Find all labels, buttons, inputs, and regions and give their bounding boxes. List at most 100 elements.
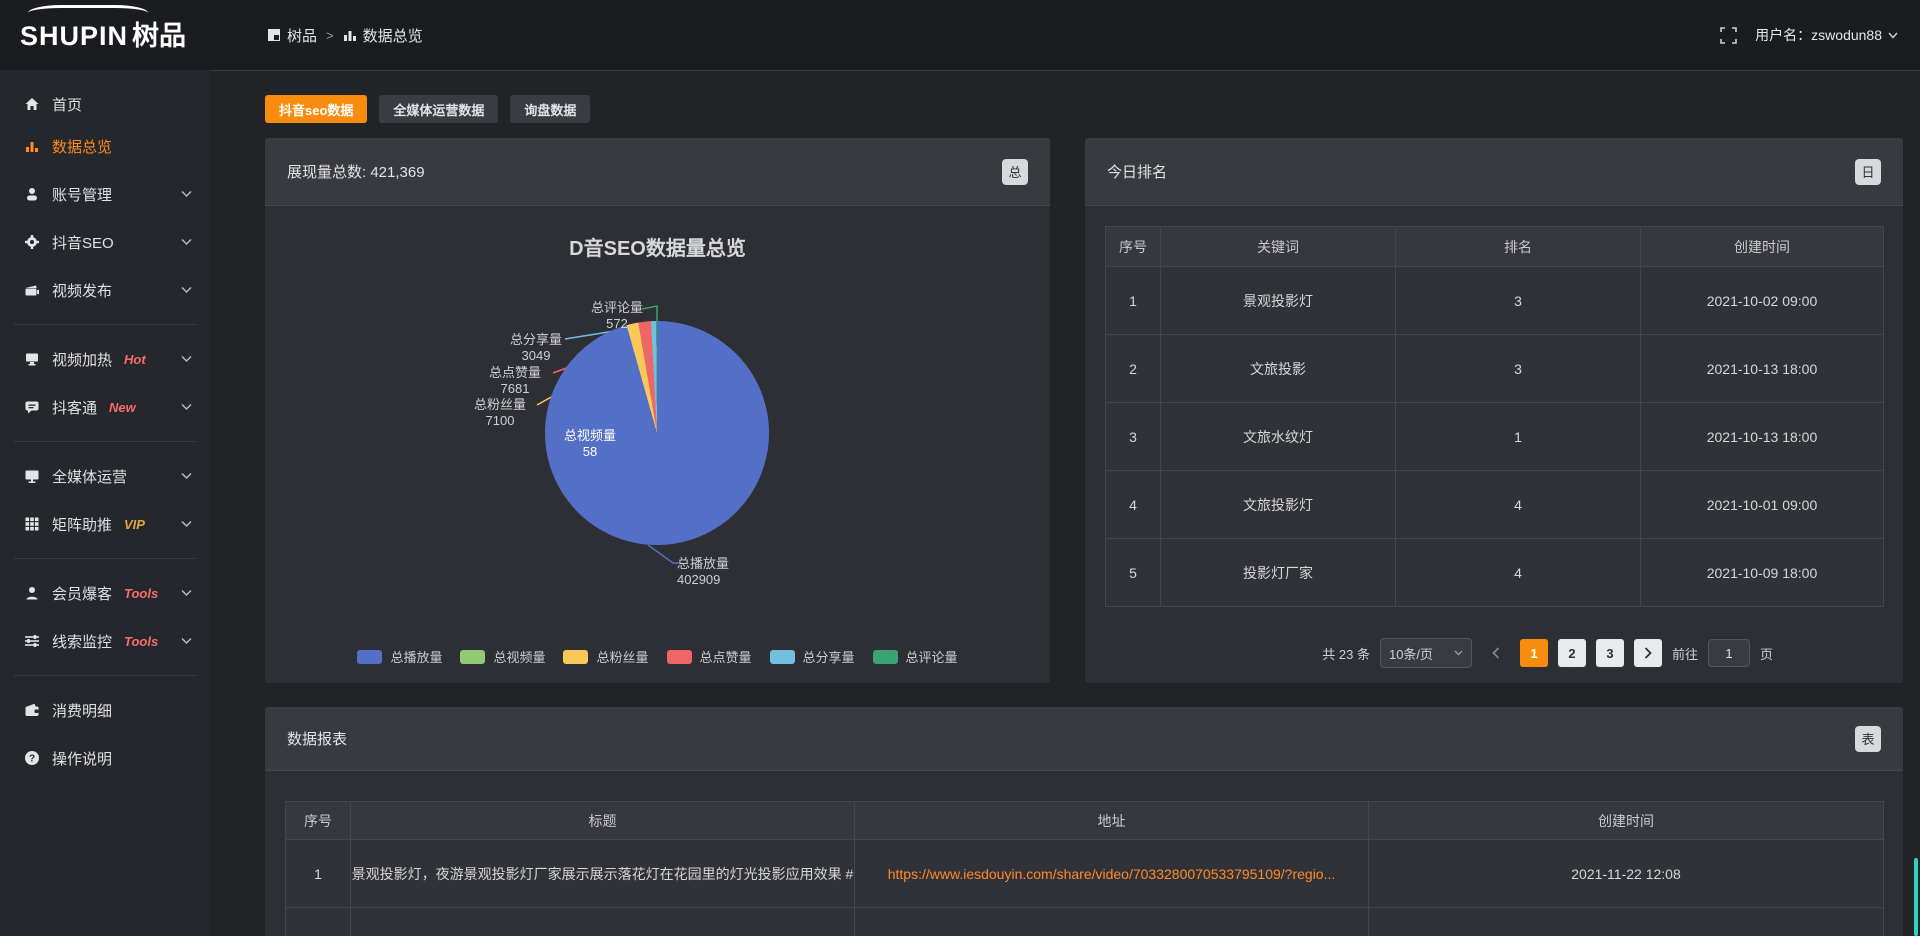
report-panel-title: 数据报表 (287, 728, 347, 749)
sidebar-item-video-publish[interactable]: 视频发布 (0, 266, 210, 314)
sidebar-item-label: 会员爆客 (52, 583, 112, 604)
sidebar-divider (14, 441, 196, 442)
question-circle-icon: ? (24, 750, 40, 766)
goto-page-input[interactable] (1708, 639, 1750, 667)
grid-icon (24, 516, 40, 532)
chevron-down-icon (181, 589, 192, 597)
table-row-partial (286, 908, 1884, 936)
legend-item-likes[interactable]: 总点赞量 (667, 647, 752, 666)
sidebar-divider (14, 675, 196, 676)
breadcrumb-root[interactable]: 树品 (267, 25, 317, 46)
pie-label-plays: 总播放量 402909 (677, 556, 777, 588)
sidebar-item-data-overview[interactable]: 数据总览 (0, 122, 210, 170)
day-mode-button[interactable]: 日 (1855, 159, 1881, 185)
video-camera-icon (24, 282, 40, 298)
sidebar-item-spend-detail[interactable]: 消费明细 (0, 686, 210, 734)
breadcrumb: 树品 > 数据总览 (267, 0, 423, 70)
sidebar-item-member-baoke[interactable]: 会员爆客 Tools (0, 569, 210, 617)
chevron-down-icon (181, 637, 192, 645)
page-size-select[interactable]: 10条/页 (1380, 638, 1472, 668)
page-button-1[interactable]: 1 (1520, 639, 1548, 667)
table-row: 5 投影灯厂家 4 2021-10-09 18:00 (1106, 539, 1884, 607)
chevron-down-icon (1454, 650, 1463, 656)
column-header-rank: 排名 (1396, 227, 1641, 267)
legend-item-fans[interactable]: 总粉丝量 (563, 647, 648, 666)
home-icon (24, 96, 40, 112)
pie-label-likes: 总点赞量 7681 (465, 365, 565, 397)
fullscreen-icon[interactable] (1720, 27, 1737, 44)
column-header-seq: 序号 (1106, 227, 1161, 267)
pie-label-videos: 总视频量 58 (540, 428, 640, 460)
chevron-down-icon (181, 286, 192, 294)
table-row: 2 文旅投影 3 2021-10-13 18:00 (1106, 335, 1884, 403)
user-menu[interactable]: 用户名：zswodun88 (1755, 25, 1898, 45)
app-logo[interactable]: SHUPIN 树品 (20, 14, 186, 53)
column-header-seq: 序号 (286, 802, 351, 840)
column-header-created: 创建时间 (1641, 227, 1884, 267)
svg-text:?: ? (29, 754, 35, 765)
sidebar-item-label: 抖音SEO (52, 232, 114, 253)
legend-swatch (460, 650, 485, 664)
video-url-link[interactable]: https://www.iesdouyin.com/share/video/70… (888, 866, 1336, 882)
page-button-3[interactable]: 3 (1596, 639, 1624, 667)
total-mode-button[interactable]: 总 (1002, 159, 1028, 185)
legend-item-comments[interactable]: 总评论量 (873, 647, 958, 666)
breadcrumb-current-label: 数据总览 (363, 25, 423, 46)
prev-page-button[interactable] (1482, 639, 1510, 667)
sidebar-item-doketong[interactable]: 抖客通 New (0, 383, 210, 431)
report-table: 序号 标题 地址 创建时间 1 景观投影灯，夜游景观投影灯厂家展示展示落花灯在花… (285, 801, 1884, 936)
chart-panel-header: 展现量总数: 421,369 总 (265, 138, 1050, 206)
pagination: 共 23 条 10条/页 1 2 3 前往 页 (1322, 638, 1773, 668)
sidebar-item-instructions[interactable]: ? 操作说明 (0, 734, 210, 782)
sidebar-item-label: 线索监控 (52, 631, 112, 652)
sidebar-item-label: 视频发布 (52, 280, 112, 301)
chevron-right-icon (1644, 647, 1652, 659)
sidebar-item-video-heat[interactable]: 视频加热 Hot (0, 335, 210, 383)
gear-icon (24, 234, 40, 250)
legend-item-videos[interactable]: 总视频量 (460, 647, 545, 666)
sidebar-item-label: 视频加热 (52, 349, 112, 370)
scrollbar-thumb[interactable] (1914, 858, 1918, 936)
tab-douyin-seo-data[interactable]: 抖音seo数据 (265, 95, 367, 123)
ranking-panel-header: 今日排名 日 (1085, 138, 1903, 206)
chevron-down-icon (181, 472, 192, 480)
sidebar-item-douyin-seo[interactable]: 抖音SEO (0, 218, 210, 266)
sidebar-item-label: 数据总览 (52, 136, 112, 157)
table-row: 1 景观投影灯，夜游景观投影灯厂家展示展示落花灯在花园里的灯光投影应用效果 # … (286, 840, 1884, 908)
sidebar-item-label: 矩阵助推 (52, 514, 112, 535)
pie-label-fans: 总粉丝量 7100 (450, 397, 550, 429)
sidebar-item-lead-monitor[interactable]: 线索监控 Tools (0, 617, 210, 665)
sidebar-item-omnimedia[interactable]: 全媒体运营 (0, 452, 210, 500)
pie-label-shares: 总分享量 3049 (486, 332, 586, 364)
tab-omnimedia-data[interactable]: 全媒体运营数据 (379, 95, 498, 123)
page-button-2[interactable]: 2 (1558, 639, 1586, 667)
table-row: 4 文旅投影灯 4 2021-10-01 09:00 (1106, 471, 1884, 539)
impressions-total-label: 展现量总数: 421,369 (287, 161, 425, 182)
breadcrumb-separator: > (326, 28, 334, 43)
sidebar-item-label: 账号管理 (52, 184, 112, 205)
pie-label-comments: 总评论量 572 (567, 300, 667, 332)
sidebar-item-account[interactable]: 账号管理 (0, 170, 210, 218)
table-mode-button[interactable]: 表 (1855, 726, 1881, 752)
breadcrumb-root-label: 树品 (287, 25, 317, 46)
legend-swatch (667, 650, 692, 664)
legend-item-shares[interactable]: 总分享量 (770, 647, 855, 666)
user-icon (24, 186, 40, 202)
sidebar-item-matrix-boost[interactable]: 矩阵助推 VIP (0, 500, 210, 548)
tab-inquiry-data[interactable]: 询盘数据 (510, 95, 590, 123)
user-area: 用户名：zswodun88 (1720, 0, 1898, 70)
sidebar-nav: 首页 数据总览 账号管理 抖音SEO 视频发布 视频加热 Hot 抖客通 New… (0, 70, 210, 936)
sidebar-item-label: 抖客通 (52, 397, 97, 418)
table-row: 3 文旅水纹灯 1 2021-10-13 18:00 (1106, 403, 1884, 471)
data-tabs: 抖音seo数据 全媒体运营数据 询盘数据 (265, 95, 590, 123)
legend-item-plays[interactable]: 总播放量 (357, 647, 442, 666)
chevron-down-icon (181, 520, 192, 528)
legend-swatch (563, 650, 588, 664)
goto-label: 前往 (1672, 644, 1698, 663)
column-header-title: 标题 (351, 802, 855, 840)
new-badge: New (109, 400, 136, 415)
chevron-down-icon (181, 355, 192, 363)
top-header: SHUPIN 树品 树品 > 数据总览 用户名：zswodun88 (0, 0, 1920, 70)
sidebar-item-home[interactable]: 首页 (0, 86, 210, 122)
next-page-button[interactable] (1634, 639, 1662, 667)
